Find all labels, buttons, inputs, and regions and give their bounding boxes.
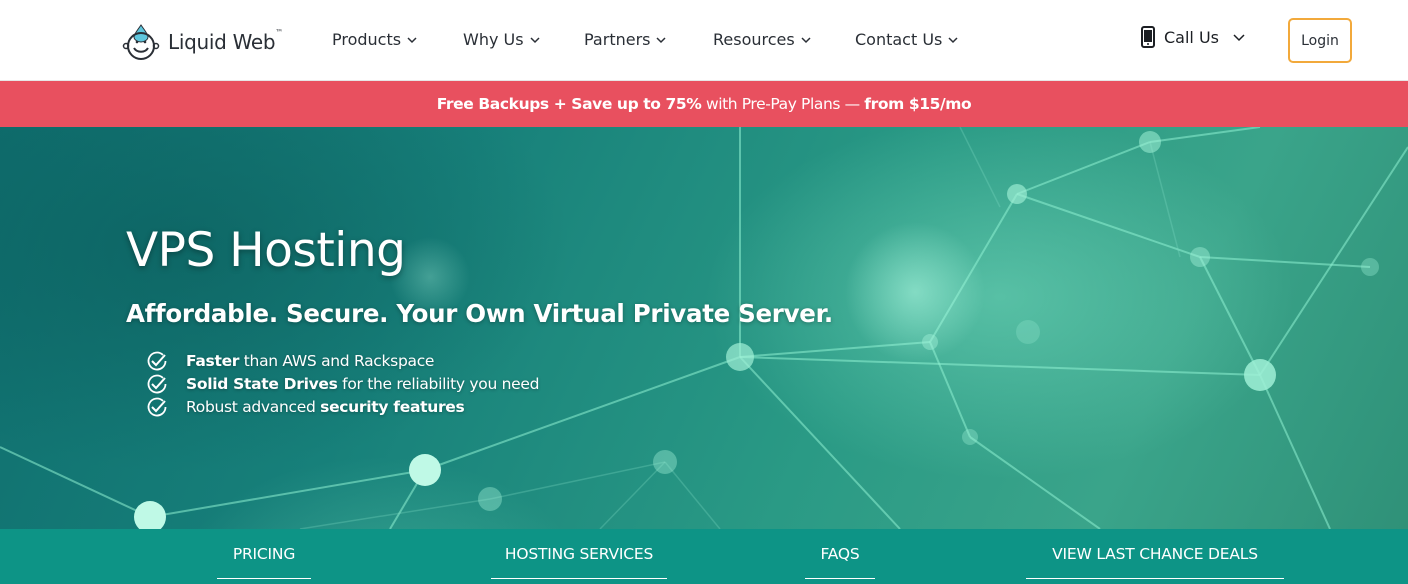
login-button[interactable]: Login — [1288, 18, 1352, 63]
nav-item-resources[interactable]: Resources — [713, 30, 811, 49]
call-us-label: Call Us — [1164, 27, 1219, 47]
section-tab-bar: PRICING HOSTING SERVICES FAQS VIEW LAST … — [0, 529, 1408, 584]
nav-item-partners[interactable]: Partners — [584, 30, 667, 49]
feature-item: Solid State Drives for the reliability y… — [146, 372, 539, 395]
promo-text: with Pre-Pay Plans — — [701, 95, 865, 113]
tab-underline — [805, 578, 875, 579]
promo-banner[interactable]: Free Backups + Save up to 75% with Pre-P… — [0, 81, 1408, 127]
network-background-graphic — [0, 127, 1408, 529]
tab-view-last-chance-deals[interactable]: VIEW LAST CHANCE DEALS — [1026, 545, 1284, 579]
tab-hosting-services[interactable]: HOSTING SERVICES — [491, 545, 667, 579]
tab-pricing[interactable]: PRICING — [217, 545, 311, 579]
hero-section: VPS Hosting Affordable. Secure. Your Own… — [0, 127, 1408, 529]
site-header: Liquid Web™ Products Why Us Partners Res… — [0, 0, 1408, 81]
promo-price: from $15/mo — [864, 95, 972, 113]
tab-underline — [1026, 578, 1284, 579]
nav-item-products[interactable]: Products — [332, 30, 417, 49]
call-us-dropdown[interactable]: Call Us — [1140, 26, 1245, 48]
promo-highlight: Free Backups + Save up to 75% — [436, 95, 702, 113]
chevron-down-icon — [1233, 34, 1245, 42]
phone-icon — [1141, 26, 1155, 48]
feature-list: Faster than AWS and Rackspace Solid Stat… — [146, 349, 539, 418]
brand-logo[interactable]: Liquid Web™ — [120, 22, 283, 62]
check-circle-icon — [147, 374, 167, 393]
tab-faqs[interactable]: FAQS — [805, 545, 875, 579]
chevron-down-icon — [407, 36, 417, 43]
tab-underline — [217, 578, 311, 579]
nav-item-why-us[interactable]: Why Us — [463, 30, 540, 49]
feature-item: Robust advanced security features — [146, 395, 539, 418]
chevron-down-icon — [530, 36, 540, 43]
chevron-down-icon — [948, 36, 958, 43]
tab-underline — [491, 578, 667, 579]
feature-item: Faster than AWS and Rackspace — [146, 349, 539, 372]
chevron-down-icon — [656, 36, 667, 43]
nav-item-contact-us[interactable]: Contact Us — [855, 30, 958, 49]
brand-name: Liquid Web™ — [168, 28, 283, 54]
chevron-down-icon — [801, 36, 811, 43]
check-circle-icon — [147, 351, 167, 370]
page-title: VPS Hosting — [126, 223, 406, 278]
check-circle-icon — [147, 397, 167, 416]
liquid-web-logo-icon — [122, 24, 160, 60]
hero-subtitle: Affordable. Secure. Your Own Virtual Pri… — [126, 299, 833, 328]
